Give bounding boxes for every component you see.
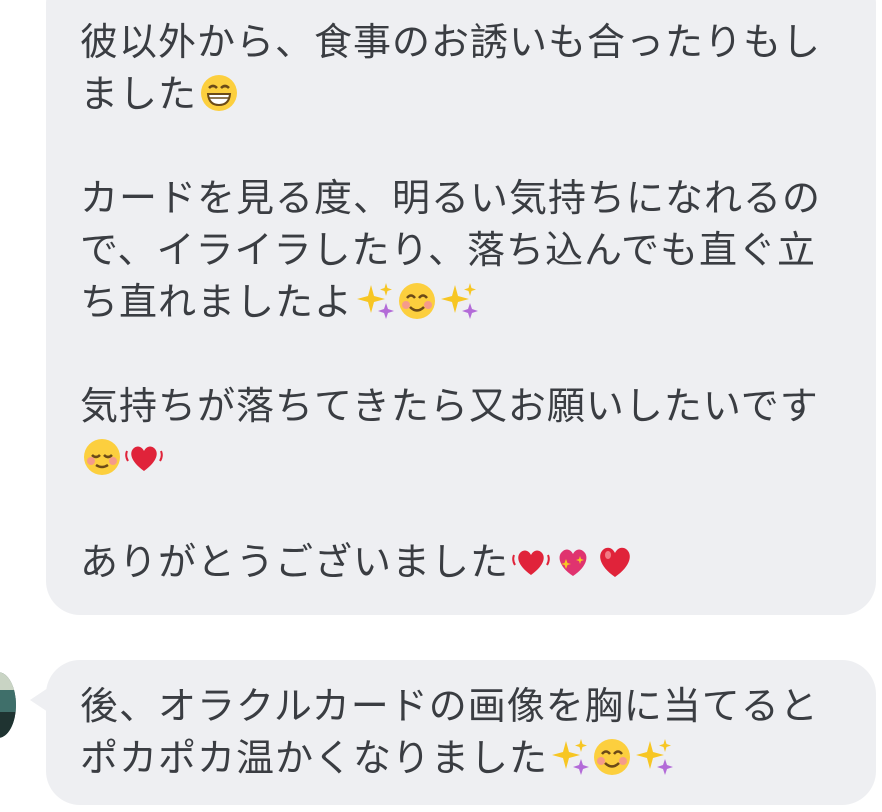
chat-view: 彼以外から、食事のお誘いも合ったりもし ました カードを見る度、明るい気持ちにな…	[0, 0, 882, 812]
message-text-line	[80, 432, 846, 484]
message-text-line: 彼以外から、食事のお誘いも合ったりもし	[80, 20, 822, 64]
beating-heart-icon	[512, 550, 550, 575]
message-bubble[interactable]: 後、オラクルカードの画像を胸に当てると ポカポカ温かくなりました	[46, 660, 876, 805]
smiling-face-icon	[399, 283, 436, 319]
sparkling-heart-icon	[559, 549, 587, 576]
message-text-line: カードを見る度、明るい気持ちになれるの	[80, 176, 822, 220]
message-text-line: 気持ちが落ちてきたら又お願いしたいです	[80, 384, 819, 428]
message-text-line: ポカポカ温かくなりました	[80, 732, 846, 784]
sparkles-icon	[357, 283, 395, 319]
smiling-face-icon	[594, 739, 631, 775]
sparkles-icon	[552, 739, 590, 775]
red-heart-icon	[600, 547, 630, 577]
message-text-line: ち直れましたよ	[80, 276, 846, 328]
message-text-line: ありがとうございました	[80, 536, 846, 588]
sparkles-icon	[636, 739, 674, 775]
grinning-face-icon	[201, 75, 238, 111]
avatar[interactable]	[0, 672, 16, 738]
relieved-face-icon	[84, 439, 120, 475]
sparkles-icon	[441, 283, 479, 319]
message-text-line: 後、オラクルカードの画像を胸に当てると	[80, 684, 819, 728]
message-bubble[interactable]: 彼以外から、食事のお誘いも合ったりもし ました カードを見る度、明るい気持ちにな…	[46, 0, 876, 615]
message-text-line: で、イライラしたり、落ち込んでも直ぐ立	[80, 228, 817, 272]
message-text-line: ました	[80, 68, 846, 120]
beating-heart-icon	[125, 446, 163, 471]
